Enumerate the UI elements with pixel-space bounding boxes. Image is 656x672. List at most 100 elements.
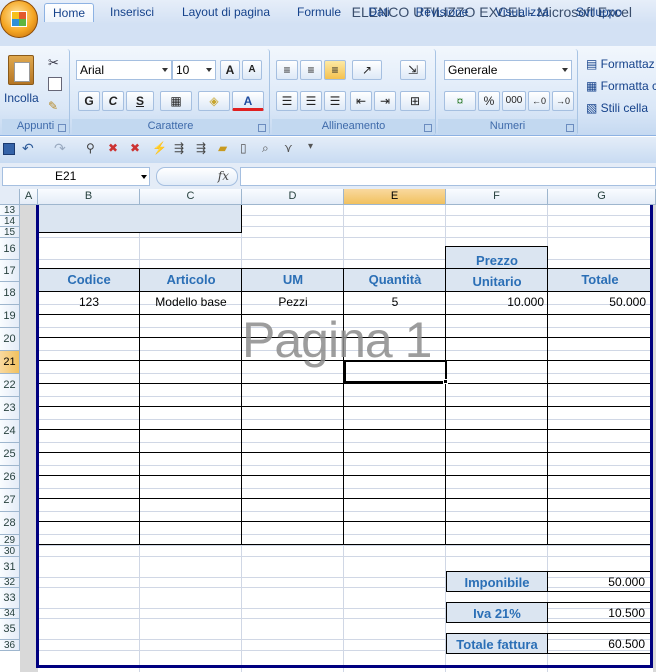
font-size-select[interactable]: 10	[172, 60, 216, 80]
cell-g18[interactable]: 50.000	[548, 291, 646, 314]
row-header-20[interactable]: 20	[0, 328, 20, 351]
row-header-13[interactable]: 13	[0, 205, 20, 216]
orientation-icon[interactable]: ↗	[352, 60, 382, 80]
numeri-launcher-icon[interactable]	[566, 124, 574, 132]
copy-icon[interactable]	[48, 77, 62, 91]
column-header-f[interactable]: F	[446, 189, 548, 205]
summary-label-imponibile[interactable]: Imponibile	[446, 571, 548, 592]
tab-visualizza[interactable]: Visualizza	[490, 3, 554, 22]
percent-button[interactable]: %	[478, 91, 500, 111]
cell-styles-button[interactable]: ▧ Stili cella	[586, 101, 648, 115]
cut-icon[interactable]: ✂	[48, 55, 62, 70]
name-box-dropdown-icon[interactable]	[141, 175, 147, 179]
number-format-select[interactable]: Generale	[444, 60, 572, 80]
selected-cell-e21[interactable]	[344, 360, 447, 383]
paste-icon[interactable]	[8, 55, 34, 85]
decrease-decimal-icon[interactable]: →0	[552, 91, 574, 111]
cell-b18[interactable]: 123	[38, 291, 140, 314]
align-center-icon[interactable]: ☰	[300, 91, 322, 111]
thousands-button[interactable]: 000	[502, 91, 526, 111]
insert-function-button[interactable]: fx	[156, 167, 238, 186]
merge-center-icon[interactable]: ⊞	[400, 91, 430, 111]
tab-revisione[interactable]: Revisione	[410, 3, 474, 22]
summary-value-imponibile[interactable]: 50.000	[548, 571, 652, 592]
header-quantita[interactable]: Quantità	[344, 268, 446, 291]
increase-indent-icon[interactable]: ⇥	[374, 91, 396, 111]
tab-sviluppo[interactable]: Sviluppo	[568, 3, 630, 22]
row-header-28[interactable]: 28	[0, 512, 20, 535]
currency-icon[interactable]: ¤	[444, 91, 476, 111]
row-header-27[interactable]: 27	[0, 489, 20, 512]
conditional-format-button[interactable]: ▤ Formattaz	[586, 57, 655, 71]
column-header-a[interactable]: A	[20, 189, 38, 205]
worksheet-grid[interactable]: ABCDEFG 13 14 15 16 17 18 19 20 21 22 23 24 25 26 27 28…	[0, 189, 656, 672]
formula-input[interactable]	[240, 167, 656, 186]
open-folder-icon[interactable]: ▰	[218, 141, 227, 155]
align-right-icon[interactable]: ☰	[324, 91, 346, 111]
italic-button[interactable]: C	[102, 91, 124, 111]
align-left-icon[interactable]: ☰	[276, 91, 298, 111]
summary-value-totale-fattura[interactable]: 60.500	[548, 633, 652, 654]
name-box[interactable]: E21	[2, 167, 150, 186]
row-header-24[interactable]: 24	[0, 420, 20, 443]
toolbar-icon-2[interactable]: ✖	[108, 141, 118, 155]
row-header-19[interactable]: 19	[0, 305, 20, 328]
row-header-29[interactable]: 29	[0, 535, 20, 546]
row-header-21[interactable]: 21	[0, 351, 20, 374]
customize-qat-icon[interactable]: ▾	[308, 141, 313, 152]
align-middle-icon[interactable]: ≡	[300, 60, 322, 80]
column-header-b[interactable]: B	[38, 189, 140, 205]
row-header-26[interactable]: 26	[0, 466, 20, 489]
row-header-22[interactable]: 22	[0, 374, 20, 397]
summary-value-iva[interactable]: 10.500	[548, 602, 652, 623]
header-um[interactable]: UM	[242, 268, 344, 291]
shrink-font-button[interactable]: A	[242, 60, 262, 80]
font-name-select[interactable]: Arial	[76, 60, 172, 80]
summary-label-iva[interactable]: Iva 21%	[446, 602, 548, 623]
row-header-23[interactable]: 23	[0, 397, 20, 420]
select-all-corner[interactable]	[0, 189, 20, 205]
carattere-launcher-icon[interactable]	[258, 124, 266, 132]
paste-label[interactable]: Incolla	[4, 91, 39, 105]
grow-font-button[interactable]: A	[220, 60, 240, 80]
align-bottom-icon[interactable]: ≡	[324, 60, 346, 80]
redo-icon[interactable]: ↷	[54, 140, 66, 157]
row-header-16[interactable]: 16	[0, 238, 20, 260]
row-header-15[interactable]: 15	[0, 227, 20, 238]
toolbar-icon-1[interactable]: ⚲	[86, 141, 95, 155]
row-header-17[interactable]: 17	[0, 260, 20, 282]
appunti-launcher-icon[interactable]	[58, 124, 66, 132]
toolbar-icon-3[interactable]: ✖	[130, 141, 140, 155]
allineamento-launcher-icon[interactable]	[424, 124, 432, 132]
borders-icon[interactable]: ▦	[160, 91, 192, 111]
wrap-text-icon[interactable]: ⇲	[400, 60, 426, 80]
format-table-button[interactable]: ▦ Formatta c	[586, 79, 656, 93]
office-button[interactable]	[0, 0, 38, 38]
logo-area[interactable]	[38, 205, 242, 233]
cell-f18[interactable]: 10.000	[446, 291, 544, 314]
row-header-25[interactable]: 25	[0, 443, 20, 466]
format-painter-icon[interactable]: ✎	[48, 99, 62, 113]
tab-inserisci[interactable]: Inserisci	[104, 3, 160, 22]
header-totale[interactable]: Totale	[548, 268, 652, 291]
row-header-35[interactable]: 35	[0, 619, 20, 640]
row-header-34[interactable]: 34	[0, 609, 20, 619]
tab-dati[interactable]: Dati	[360, 3, 398, 22]
column-header-c[interactable]: C	[140, 189, 242, 205]
toolbar-icon-5[interactable]: ⇶	[174, 141, 184, 155]
fill-handle[interactable]	[443, 379, 448, 384]
column-header-e[interactable]: E	[344, 189, 446, 205]
row-header-36[interactable]: 36	[0, 640, 20, 651]
print-preview-icon[interactable]: ⌕	[262, 141, 269, 156]
fill-color-icon[interactable]: ◈	[198, 91, 230, 111]
row-header-32[interactable]: 32	[0, 578, 20, 588]
row-header-18[interactable]: 18	[0, 282, 20, 305]
column-header-d[interactable]: D	[242, 189, 344, 205]
underline-button[interactable]: S	[126, 91, 154, 111]
summary-label-totale-fattura[interactable]: Totale fattura	[446, 633, 548, 654]
undo-icon[interactable]: ↶	[22, 140, 34, 157]
bold-button[interactable]: G	[78, 91, 100, 111]
tab-formule[interactable]: Formule	[290, 3, 348, 22]
column-header-g[interactable]: G	[548, 189, 656, 205]
tab-home[interactable]: Home	[44, 3, 94, 22]
